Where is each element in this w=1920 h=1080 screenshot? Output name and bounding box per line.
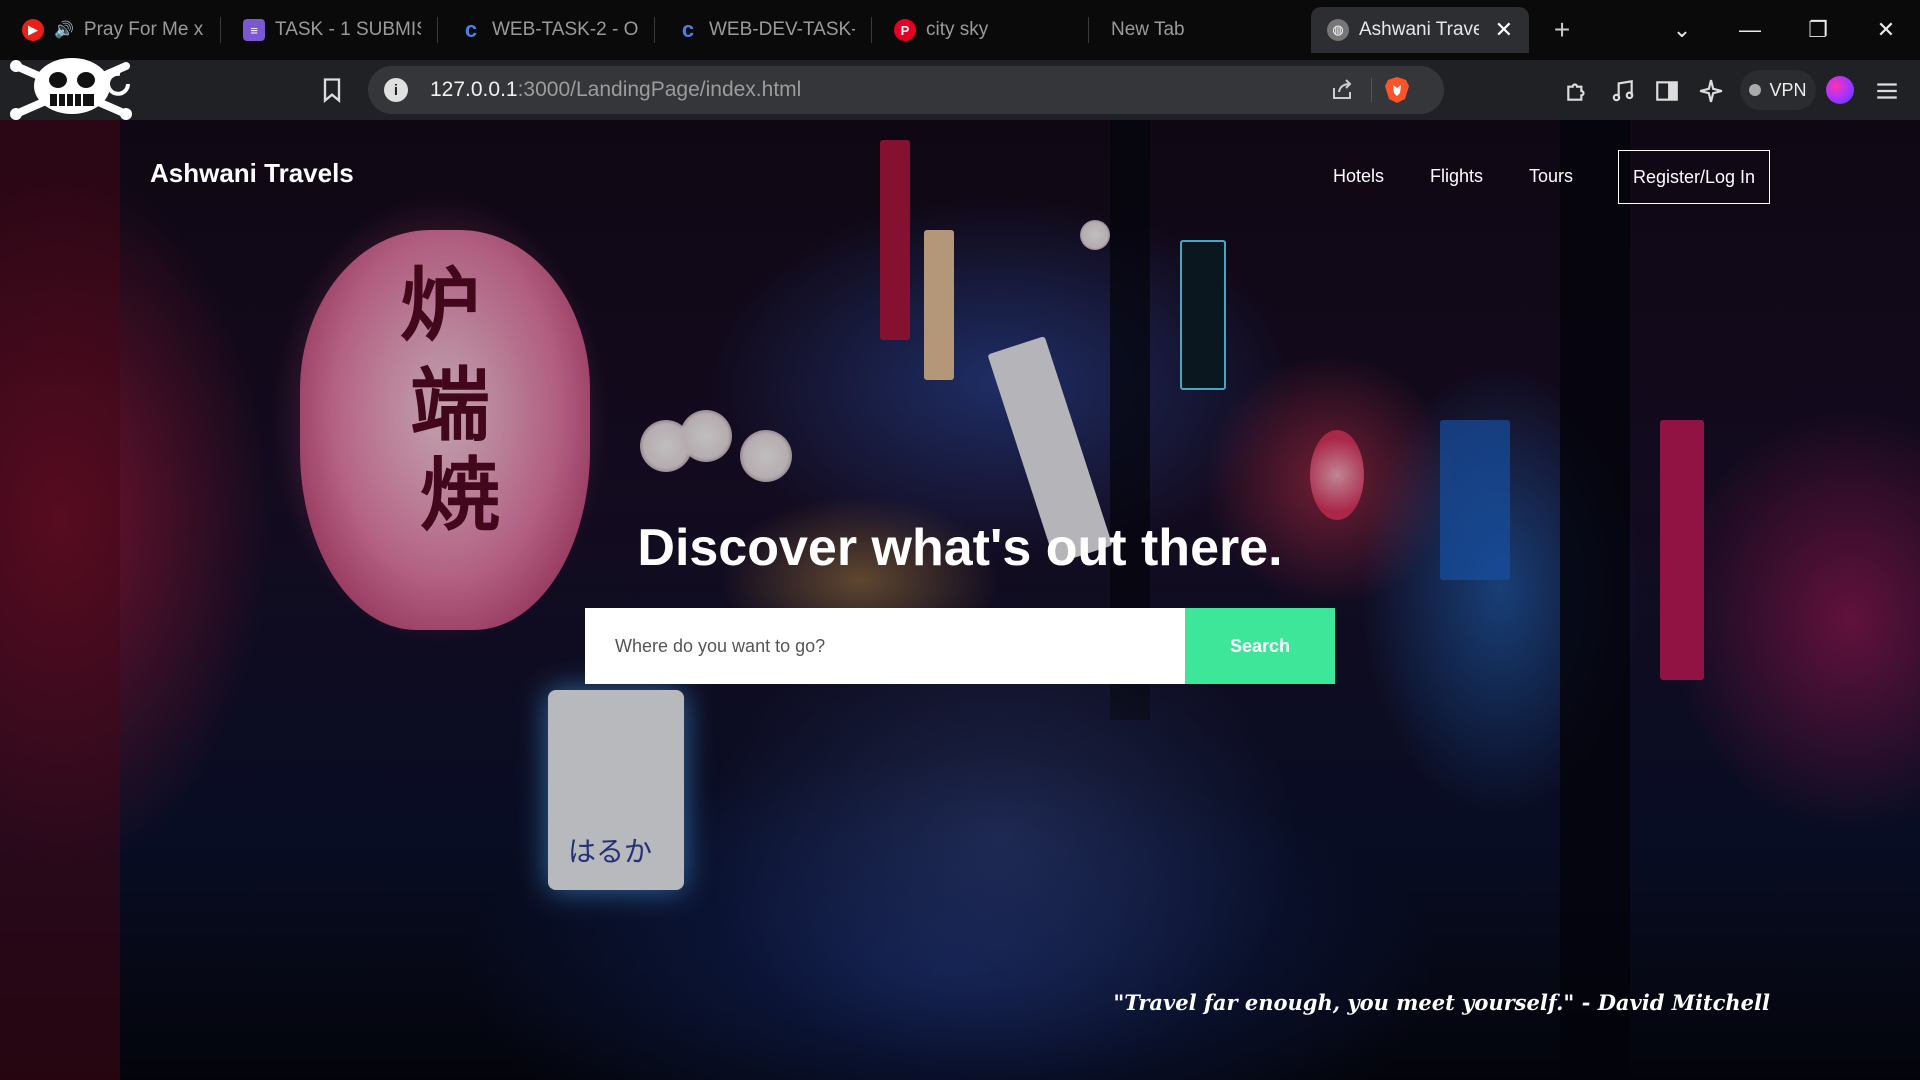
destination-search-form: Search xyxy=(585,608,1335,684)
hero-headline: Discover what's out there. xyxy=(637,519,1283,577)
tab-web-dev-task-1[interactable]: c WEB-DEV-TASK-1 xyxy=(661,7,871,53)
tab-separator xyxy=(871,17,872,43)
tab-title: WEB-TASK-2 - Oct xyxy=(492,19,638,40)
register-login-button[interactable]: Register/Log In xyxy=(1618,150,1770,204)
tab-title: WEB-DEV-TASK-1 xyxy=(709,19,855,40)
sidebar-icon[interactable] xyxy=(1654,78,1680,104)
globe-icon: ◍ xyxy=(1327,19,1349,41)
destination-search-input[interactable] xyxy=(585,608,1185,684)
nav-tours-link[interactable]: Tours xyxy=(1529,166,1573,187)
vpn-status-icon xyxy=(1749,84,1762,96)
tab-ashwani-travels[interactable]: ◍ Ashwani Travel ✕ xyxy=(1311,7,1529,53)
tab-city-sky[interactable]: P city sky xyxy=(878,7,1088,53)
tab-title: Ashwani Travel xyxy=(1359,19,1479,40)
audio-icon[interactable]: 🔊 xyxy=(54,20,74,40)
minimize-button[interactable]: — xyxy=(1716,0,1784,60)
music-note-icon[interactable] xyxy=(1610,78,1636,104)
tab-title: city sky xyxy=(926,19,989,40)
leo-ai-icon[interactable] xyxy=(1698,78,1724,104)
share-icon[interactable] xyxy=(1330,78,1354,102)
brave-shield-icon[interactable] xyxy=(1384,76,1410,104)
tab-web-task-2[interactable]: c WEB-TASK-2 - Oct xyxy=(444,7,654,53)
form-icon: ≡ xyxy=(243,19,265,41)
search-button[interactable]: Search xyxy=(1185,608,1335,684)
brand-logo-link[interactable]: Ashwani Travels xyxy=(150,158,354,189)
profile-avatar[interactable] xyxy=(1826,76,1854,104)
c-logo-icon: c xyxy=(464,17,478,42)
vpn-button[interactable]: VPN xyxy=(1740,70,1816,110)
new-tab-button[interactable]: + xyxy=(1537,7,1587,53)
extensions-icon[interactable] xyxy=(1564,78,1590,104)
tab-task-submission[interactable]: ≡ TASK - 1 SUBMISSI xyxy=(227,7,437,53)
nav-flights-link[interactable]: Flights xyxy=(1430,166,1483,187)
vpn-label: VPN xyxy=(1769,79,1807,100)
tab-pray-for-me[interactable]: ▶ 🔊 Pray For Me x S xyxy=(6,7,220,53)
url-path: :3000/LandingPage/index.html xyxy=(517,78,802,101)
c-logo-icon: c xyxy=(681,17,695,42)
travel-quote: "Travel far enough, you meet yourself." … xyxy=(1113,990,1770,1015)
tab-separator xyxy=(1088,17,1089,43)
tab-new-tab[interactable]: New Tab xyxy=(1095,7,1305,53)
restore-button[interactable]: ❐ xyxy=(1784,0,1852,60)
tab-separator xyxy=(654,17,655,43)
nav-hotels-link[interactable]: Hotels xyxy=(1333,166,1384,187)
pinterest-icon: P xyxy=(894,19,916,41)
site-info-icon[interactable]: i xyxy=(384,78,408,102)
bookmark-icon[interactable] xyxy=(318,76,346,104)
skull-mascot-icon xyxy=(10,58,132,120)
url-text[interactable]: 127.0.0.1:3000/LandingPage/index.html xyxy=(430,78,801,102)
tab-search-chevron-icon[interactable]: ⌄ xyxy=(1648,0,1716,60)
site-navbar: Ashwani Travels Hotels Flights Tours Reg… xyxy=(0,120,1920,220)
tab-title: Pray For Me x S xyxy=(83,19,204,40)
close-window-button[interactable]: ✕ xyxy=(1852,0,1920,60)
omnibox-divider xyxy=(1371,78,1372,102)
close-tab-icon[interactable]: ✕ xyxy=(1495,17,1513,43)
tab-separator xyxy=(220,17,221,43)
youtube-icon: ▶ xyxy=(22,19,44,41)
address-bar[interactable]: i 127.0.0.1:3000/LandingPage/index.html xyxy=(368,66,1444,114)
url-host: 127.0.0.1 xyxy=(430,78,518,101)
hero-overlay xyxy=(0,120,1920,1080)
hamburger-menu-icon[interactable] xyxy=(1874,78,1900,104)
tab-title: New Tab xyxy=(1111,19,1185,40)
tab-separator xyxy=(437,17,438,43)
tab-title: TASK - 1 SUBMISSI xyxy=(275,19,421,40)
browser-tab-strip: ▶ 🔊 Pray For Me x S ≡ TASK - 1 SUBMISSI … xyxy=(0,0,1920,60)
page-viewport: 炉 端 焼 はるか Ashwani Travels Hotels Flights… xyxy=(0,120,1920,1080)
